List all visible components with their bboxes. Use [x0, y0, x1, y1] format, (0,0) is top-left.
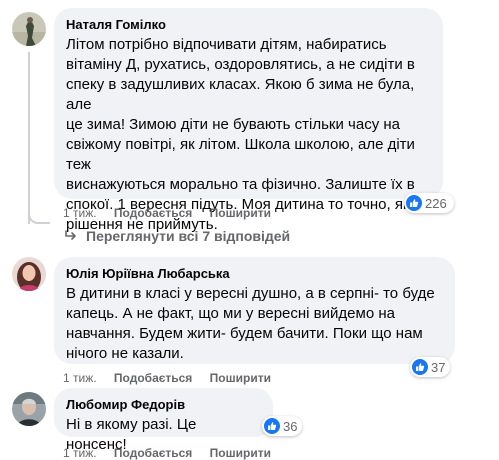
- view-replies-link[interactable]: Переглянути всі 7 відповідей: [64, 228, 290, 244]
- reply-arrow-icon: [64, 230, 78, 242]
- reaction-count-text: 226: [425, 195, 447, 211]
- comment-author[interactable]: Юлія Юріївна Любарська: [66, 265, 443, 282]
- thread-line: [28, 52, 30, 224]
- comment-actions: 1 тиж. Подобається Поширити: [63, 206, 271, 220]
- comment-bubble: Наталя Гомілко Літом потрібно відпочиват…: [54, 8, 443, 233]
- comment-time[interactable]: 1 тиж.: [63, 371, 97, 385]
- like-button[interactable]: Подобається: [114, 371, 192, 385]
- reaction-count[interactable]: 226: [404, 193, 454, 213]
- avatar[interactable]: [12, 257, 46, 291]
- comment-text: Літом потрібно відпочивати дітям, набира…: [66, 36, 431, 233]
- comment-actions: 1 тиж. Подобається Поширити: [63, 371, 271, 385]
- share-button[interactable]: Поширити: [210, 206, 271, 220]
- reaction-count[interactable]: 36: [262, 416, 302, 436]
- comment-time[interactable]: 1 тиж.: [63, 446, 97, 460]
- comment-author[interactable]: Наталя Гомілко: [66, 16, 431, 33]
- like-icon: [406, 195, 422, 211]
- comment-author[interactable]: Любомир Федорів: [66, 396, 261, 413]
- reaction-count[interactable]: 37: [410, 357, 450, 377]
- comment-bubble: Любомир Федорів Ні в якому разі. Це нонс…: [54, 388, 273, 453]
- like-button[interactable]: Подобається: [114, 446, 192, 460]
- comment-time[interactable]: 1 тиж.: [63, 206, 97, 220]
- comment-actions: 1 тиж. Подобається Поширити: [63, 446, 271, 460]
- like-button[interactable]: Подобається: [114, 206, 192, 220]
- comment-bubble: Юлія Юріївна Любарська В дитини в класі …: [54, 257, 455, 364]
- reaction-count-text: 36: [283, 418, 298, 434]
- share-button[interactable]: Поширити: [210, 371, 271, 385]
- avatar[interactable]: [12, 392, 46, 426]
- like-icon: [412, 359, 428, 375]
- like-icon: [264, 418, 280, 434]
- avatar[interactable]: [12, 12, 46, 46]
- share-button[interactable]: Поширити: [210, 446, 271, 460]
- view-replies-label: Переглянути всі 7 відповідей: [86, 228, 291, 244]
- thread-branch: [28, 210, 50, 224]
- reaction-count-text: 37: [431, 359, 446, 375]
- comment-text: В дитини в класі у вересні душно, а в се…: [66, 285, 435, 362]
